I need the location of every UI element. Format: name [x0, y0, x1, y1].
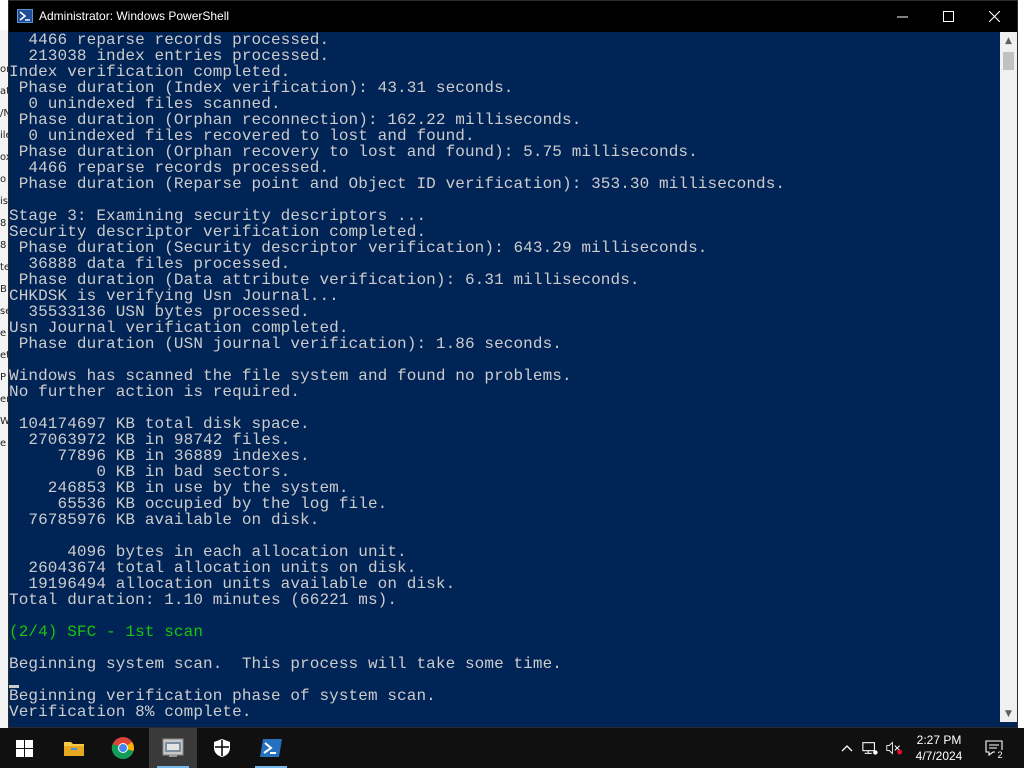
console-line: 104174697 KB total disk space. [9, 415, 310, 433]
chrome-icon [111, 737, 134, 759]
powershell-window: Administrator: Windows PowerShell 4466 r… [8, 0, 1018, 728]
vertical-scrollbar[interactable]: ▲ ▼ [1000, 32, 1017, 722]
console-line: 0 KB in bad sectors. [9, 463, 291, 481]
clock-time: 2:27 PM [916, 733, 962, 747]
powershell-app-icon [17, 9, 33, 23]
console-line: Phase duration (Security descriptor veri… [9, 239, 708, 257]
shield-icon [214, 739, 230, 757]
console-line: (2/4) SFC - 1st scan [9, 623, 204, 641]
system-clock[interactable]: 2:27 PM 4/7/2024 [908, 732, 970, 764]
console-line: 27063972 KB in 98742 files. [9, 431, 291, 449]
console-line: Phase duration (Data attribute verificat… [9, 271, 640, 289]
console-line: Phase duration (Reparse point and Object… [9, 175, 786, 193]
volume-muted-icon [886, 741, 902, 755]
console-line: No further action is required. [9, 383, 301, 401]
text-cursor [9, 685, 19, 688]
console-line: 36888 data files processed. [9, 255, 291, 273]
maximize-button[interactable] [925, 1, 971, 32]
background-window-text: B [0, 284, 7, 295]
console-line: 65536 KB occupied by the log file. [9, 495, 388, 513]
network-button[interactable] [862, 740, 878, 756]
folder-icon [64, 742, 84, 756]
console-line: Usn Journal verification completed. [9, 319, 349, 337]
app-window-button[interactable] [149, 728, 197, 768]
chevron-up-icon [841, 745, 853, 752]
start-button[interactable] [0, 728, 48, 768]
window-title: Administrator: Windows PowerShell [39, 9, 230, 23]
console-line: 19196494 allocation units available on d… [9, 575, 456, 593]
background-window-text: is [0, 196, 8, 207]
close-icon [988, 11, 1000, 22]
background-window-text: 8 [0, 240, 7, 251]
volume-button[interactable] [886, 740, 902, 756]
console-line: 0 unindexed files recovered to lost and … [9, 127, 475, 145]
console-line: 35533136 USN bytes processed. [9, 303, 310, 321]
console-line: 213038 index entries processed. [9, 47, 330, 65]
title-bar[interactable]: Administrator: Windows PowerShell [9, 1, 1017, 32]
console-line: 0 unindexed files scanned. [9, 95, 281, 113]
maximize-icon [942, 11, 954, 22]
minimize-button[interactable] [879, 1, 925, 32]
show-hidden-icons-button[interactable] [839, 740, 855, 756]
console-line: Verification 8% complete. [9, 703, 252, 721]
console-line: 26043674 total allocation units on disk. [9, 559, 417, 577]
console-line: Phase duration (Orphan reconnection): 16… [9, 111, 582, 129]
console-line: Beginning verification phase of system s… [9, 687, 436, 705]
console-line: 4466 reparse records processed. [9, 32, 330, 49]
console-line: 4096 bytes in each allocation unit. [9, 543, 407, 561]
console-line: Beginning system scan. This process will… [9, 655, 562, 673]
console-line: 4466 reparse records processed. [9, 159, 330, 177]
notification-count-badge: 2 [995, 750, 1005, 760]
console-output[interactable]: 4466 reparse records processed. 213038 i… [9, 32, 1001, 722]
background-window-text: e [0, 328, 7, 339]
scroll-thumb[interactable] [1003, 52, 1014, 70]
console-line: Total duration: 1.10 minutes (66221 ms). [9, 591, 398, 609]
background-window-text: o [0, 174, 7, 185]
console-line: CHKDSK is verifying Usn Journal... [9, 287, 339, 305]
console-line: Phase duration (Orphan recovery to lost … [9, 143, 698, 161]
console-line: Index verification completed. [9, 63, 291, 81]
scroll-up-button[interactable]: ▲ [1000, 32, 1017, 49]
close-button[interactable] [971, 1, 1017, 32]
console-line: Windows has scanned the file system and … [9, 367, 572, 385]
console-line: 77896 KB in 36889 indexes. [9, 447, 310, 465]
chrome-button[interactable] [99, 728, 147, 768]
minimize-icon [896, 16, 908, 18]
console-text: 4466 reparse records processed. 213038 i… [9, 32, 1001, 720]
background-window-text: P [0, 372, 7, 383]
powershell-taskbar-button[interactable] [247, 728, 295, 768]
background-window-text: 8 [0, 218, 7, 229]
console-line: Stage 3: Examining security descriptors … [9, 207, 427, 225]
console-line: Phase duration (Index verification): 43.… [9, 79, 514, 97]
scroll-down-button[interactable]: ▼ [1000, 705, 1017, 722]
background-window-text: e [0, 438, 7, 449]
taskbar: 2:27 PM 4/7/2024 2 [0, 728, 1024, 768]
clock-date: 4/7/2024 [915, 749, 963, 763]
powershell-icon [260, 739, 282, 757]
network-icon [862, 742, 878, 755]
windows-logo-icon [15, 739, 33, 757]
console-line: 246853 KB in use by the system. [9, 479, 349, 497]
app-window-icon [162, 738, 184, 757]
console-line: Security descriptor verification complet… [9, 223, 427, 241]
file-explorer-button[interactable] [50, 728, 98, 768]
console-line: 76785976 KB available on disk. [9, 511, 320, 529]
console-line: Phase duration (USN journal verification… [9, 335, 562, 353]
windows-security-button[interactable] [198, 728, 246, 768]
